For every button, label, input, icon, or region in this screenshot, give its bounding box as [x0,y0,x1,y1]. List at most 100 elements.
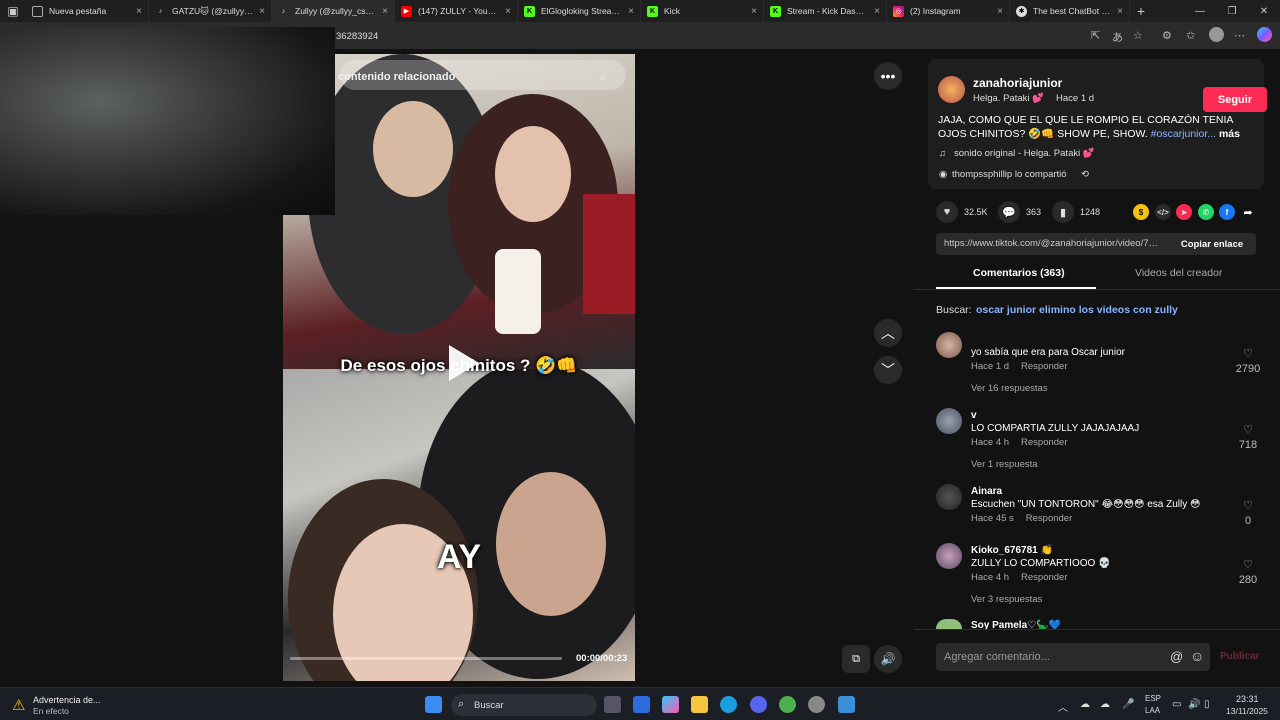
comment-like-icon[interactable]: ♡ [1230,558,1266,571]
favorites-icon[interactable]: ✩ [1186,29,1195,42]
play-icon[interactable] [445,343,481,383]
tab-7[interactable]: ◎ (2) Instagram × [887,0,1010,22]
network-icon[interactable]: ▭ [1172,699,1181,710]
tab-0[interactable]: Nueva pestaña × [26,0,149,22]
facebook-icon[interactable]: f [1219,204,1235,220]
video-link-field[interactable]: https://www.tiktok.com/@zanahoriajunior/… [936,233,1168,255]
comment-avatar[interactable] [936,619,962,629]
view-replies-button[interactable]: Ver 16 respuestas [971,383,1048,394]
comment-avatar[interactable] [936,484,962,510]
copilot-taskbar-icon[interactable] [662,696,679,713]
close-icon[interactable]: × [751,6,757,17]
reply-button[interactable]: Responder [1021,572,1067,583]
comment-avatar[interactable] [936,332,962,358]
hashtag-link[interactable]: #oscarjunior... [1151,128,1216,140]
comment-author[interactable]: v [971,410,977,421]
emoji-icon[interactable]: ☺ [1190,648,1204,664]
open-in-app-icon[interactable]: ⇱ [1091,29,1100,42]
language-code[interactable]: ESP [1145,694,1161,703]
suggested-search-link[interactable]: oscar junior elimino los videos con zull… [976,304,1178,316]
close-icon[interactable]: × [505,6,511,17]
tab-4[interactable]: K ElGlogloking Stream - × [518,0,641,22]
coin-share-icon[interactable]: $ [1133,204,1149,220]
tab-2[interactable]: ♪ Zullyy (@zullyy_cs) ofi × [272,0,395,22]
copilot-icon[interactable] [1257,27,1272,42]
sound-link[interactable]: sonido original - Helga. Pataki 💕 [954,148,1095,159]
profile-avatar[interactable] [1209,27,1224,42]
warning-title[interactable]: Advertencia de... [33,695,101,705]
microphone-icon[interactable]: 🎤 [1122,699,1134,710]
comment-author[interactable]: Ainara [971,486,1002,497]
share-arrow-icon[interactable]: ➦ [1240,204,1256,220]
comment-avatar[interactable] [936,408,962,434]
tab-3[interactable]: ▶ (147) ZULLY - YouTube × [395,0,518,22]
comment-author[interactable]: Kioko_676781 👏 [971,545,1053,556]
close-icon[interactable]: × [1117,6,1123,17]
task-view-icon[interactable] [604,696,621,713]
favorite-star-icon[interactable]: ☆ [1133,29,1143,42]
file-explorer-icon[interactable] [691,696,708,713]
discord-icon[interactable] [750,696,767,713]
app-icon-2[interactable] [838,696,855,713]
volume-button[interactable]: 🔊 [874,645,902,673]
camera-overlay[interactable] [0,27,335,215]
more-button[interactable]: más [1219,128,1240,140]
tab-actions-icon[interactable]: ▣ [0,0,26,22]
maximize-icon[interactable]: ❐ [1216,0,1248,22]
previous-video-button[interactable]: ︿ [874,319,902,347]
tab-1[interactable]: ♪ GATZU🐱 (@zullyy3.0) × [149,0,272,22]
view-replies-button[interactable]: Ver 3 respuestas [971,594,1042,605]
extensions-icon[interactable]: ⚙ [1162,29,1172,42]
next-video-button[interactable]: ﹀ [874,356,902,384]
store-icon[interactable] [633,696,650,713]
video-progress-bar[interactable] [290,657,562,660]
tab-creator-videos[interactable]: Videos del creador [1135,267,1222,279]
url-text[interactable]: 36283924 [336,31,378,42]
onedrive-icon[interactable]: ☁ [1100,699,1110,710]
reply-button[interactable]: Responder [1021,361,1067,372]
comment-stat[interactable]: 💬 363 [998,201,1041,223]
creator-avatar[interactable] [938,76,965,103]
cloud-icon[interactable]: ☁ [1080,699,1090,710]
close-icon[interactable]: × [382,6,388,17]
comment-like-icon[interactable]: ♡ [1230,499,1266,512]
translate-icon[interactable]: あ [1112,29,1123,45]
reply-button[interactable]: Responder [1026,513,1072,524]
tab-6[interactable]: K Stream - Kick Dashboar × [764,0,887,22]
taskbar-search[interactable] [451,694,597,716]
volume-tray-icon[interactable]: 🔊 [1188,699,1200,710]
follow-button[interactable]: Seguir [1203,87,1267,112]
close-window-icon[interactable]: ✕ [1248,0,1280,22]
search-icon[interactable]: ⌕ [600,69,607,85]
mention-icon[interactable]: @ [1170,649,1183,664]
close-icon[interactable]: × [136,6,142,17]
whatsapp-icon[interactable]: ✆ [1198,204,1214,220]
comment-like-icon[interactable]: ♡ [1230,347,1266,360]
view-replies-button[interactable]: Ver 1 respuesta [971,459,1038,470]
save-stat[interactable]: ▮ 1248 [1052,201,1100,223]
close-icon[interactable]: × [997,6,1003,17]
tab-5[interactable]: K Kick × [641,0,764,22]
tab-8[interactable]: ✱ The best ChatBot and × [1010,0,1130,22]
embed-icon[interactable]: </> [1155,204,1171,220]
more-options-button[interactable]: ••• [874,62,902,90]
minimize-icon[interactable]: — [1184,0,1216,22]
language-layout[interactable]: LAA [1145,706,1160,715]
close-icon[interactable]: × [874,6,880,17]
battery-icon[interactable]: ▯ [1204,699,1210,710]
obs-icon[interactable] [808,696,825,713]
like-stat[interactable]: ♥ 32.5K [936,201,988,223]
close-icon[interactable]: × [628,6,634,17]
close-icon[interactable]: × [259,6,265,17]
creator-username[interactable]: zanahoriajunior [973,76,1062,90]
edge-icon[interactable] [720,696,737,713]
show-hidden-icons[interactable]: ︿ [1058,699,1068,714]
comment-avatar[interactable] [936,543,962,569]
more-menu-icon[interactable]: ⋯ [1234,29,1245,42]
new-tab-button[interactable]: + [1130,0,1152,22]
send-icon[interactable]: ➤ [1176,204,1192,220]
clock-time[interactable]: 23:31 [1236,694,1259,704]
copy-link-button[interactable]: Copiar enlace [1168,233,1256,255]
tab-comments[interactable]: Comentarios (363) [973,267,1065,279]
reply-button[interactable]: Responder [1021,437,1067,448]
